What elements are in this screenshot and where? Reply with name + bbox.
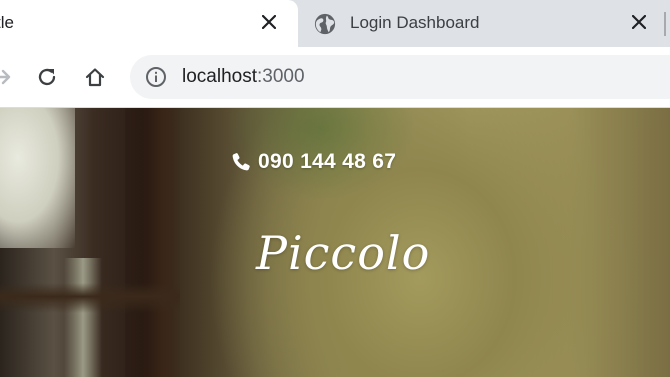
background-blur [0,108,75,248]
globe-icon [314,13,336,35]
phone-icon [232,153,250,171]
tab-login-dashboard[interactable]: Login Dashboard [298,0,658,47]
address-bar[interactable]: localhost:3000 [130,55,670,99]
tab-active[interactable]: tle [0,0,298,47]
reload-icon[interactable] [35,65,59,89]
url-text: localhost:3000 [182,66,305,88]
phone-number: 090 144 48 67 [258,150,397,173]
tab-strip: tle Login Dashboard [0,0,670,47]
close-icon[interactable] [628,11,650,33]
brand-name: Piccolo [256,226,431,280]
home-icon[interactable] [83,65,107,89]
phone-contact[interactable]: 090 144 48 67 [230,150,396,174]
background-blur [64,258,102,377]
url-host: localhost [182,66,257,87]
background-blur [0,283,180,313]
tab-title: tle [0,13,14,32]
info-icon[interactable] [145,66,167,88]
forward-icon[interactable] [0,65,14,89]
tab-separator [664,12,666,36]
browser-toolbar: localhost:3000 [0,47,670,108]
hero-background: 090 144 48 67 Piccolo [0,108,670,377]
background-blur [125,108,180,377]
tab-title: Login Dashboard [350,13,480,32]
close-icon[interactable] [258,11,280,33]
url-port: :3000 [257,66,305,87]
